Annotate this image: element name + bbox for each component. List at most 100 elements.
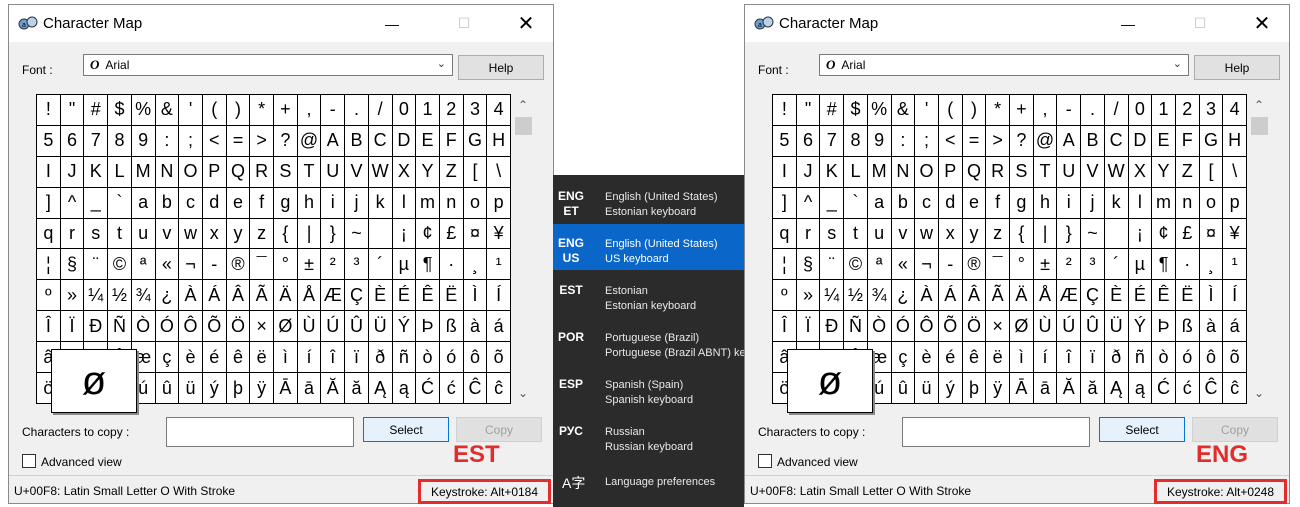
char-cell[interactable]: k — [368, 187, 393, 219]
char-cell[interactable]: º — [773, 280, 797, 312]
char-cell[interactable]: ¤ — [1199, 218, 1224, 250]
char-cell[interactable]: P — [938, 156, 963, 188]
char-cell[interactable]: j — [1081, 187, 1105, 219]
char-cell[interactable]: U — [321, 156, 346, 188]
char-cell[interactable]: « — [891, 249, 916, 281]
char-cell[interactable]: D — [1128, 125, 1153, 157]
char-cell[interactable]: Ô — [179, 311, 203, 343]
char-cell[interactable]: H — [487, 125, 511, 157]
char-cell[interactable]: r — [60, 218, 85, 250]
minimize-button[interactable]: — — [1105, 5, 1151, 42]
char-cell[interactable]: Í — [1223, 280, 1247, 312]
char-cell[interactable]: é — [202, 342, 227, 374]
char-cell[interactable]: < — [938, 125, 963, 157]
char-cell[interactable]: ¢ — [1152, 218, 1176, 250]
char-cell[interactable]: 9 — [131, 125, 156, 157]
char-cell[interactable]: Ø — [274, 311, 298, 343]
char-cell[interactable]: " — [796, 95, 821, 126]
char-cell[interactable]: Ô — [915, 311, 939, 343]
char-cell[interactable]: ` — [108, 187, 132, 219]
char-cell[interactable]: Ç — [345, 280, 369, 312]
char-cell[interactable]: W — [1104, 156, 1129, 188]
char-cell[interactable]: Ü — [368, 311, 393, 343]
char-cell[interactable]: , — [1033, 95, 1058, 126]
char-cell[interactable]: s — [820, 218, 845, 250]
char-cell[interactable]: Y — [1152, 156, 1176, 188]
char-cell[interactable]: ^ — [796, 187, 821, 219]
char-cell[interactable]: ¨ — [820, 249, 845, 281]
char-cell[interactable]: ½ — [108, 280, 132, 312]
char-cell[interactable]: ! — [37, 95, 61, 126]
char-cell[interactable]: - — [938, 249, 963, 281]
char-cell[interactable]: h — [297, 187, 322, 219]
char-cell[interactable]: · — [439, 249, 464, 281]
char-cell[interactable]: o — [1199, 187, 1224, 219]
char-cell[interactable]: Í — [487, 280, 511, 312]
char-cell[interactable]: Â — [226, 280, 251, 312]
char-cell[interactable]: Î — [773, 311, 797, 343]
char-cell[interactable]: 5 — [773, 125, 797, 157]
char-cell[interactable]: v — [155, 218, 180, 250]
char-cell[interactable]: B — [345, 125, 369, 157]
char-cell[interactable]: ć — [1175, 373, 1200, 404]
char-cell[interactable]: Ö — [962, 311, 987, 343]
char-cell[interactable]: # — [820, 95, 845, 126]
char-cell[interactable]: ½ — [844, 280, 868, 312]
char-cell[interactable]: Ĉ — [463, 373, 488, 404]
close-button[interactable]: ✕ — [1239, 5, 1285, 42]
char-cell[interactable]: ¼ — [84, 280, 109, 312]
char-cell[interactable]: o — [463, 187, 488, 219]
char-cell[interactable]: b — [155, 187, 180, 219]
char-cell[interactable]: ý — [938, 373, 963, 404]
char-cell[interactable]: k — [1104, 187, 1129, 219]
char-cell[interactable]: ê — [226, 342, 251, 374]
char-cell[interactable]: J — [60, 156, 85, 188]
char-cell[interactable]: J — [796, 156, 821, 188]
char-cell[interactable]: Õ — [202, 311, 227, 343]
char-cell[interactable]: F — [439, 125, 464, 157]
char-cell[interactable]: = — [226, 125, 251, 157]
char-cell[interactable]: S — [1010, 156, 1034, 188]
char-cell[interactable]: { — [274, 218, 298, 250]
char-cell[interactable]: n — [439, 187, 464, 219]
char-cell[interactable]: f — [986, 187, 1010, 219]
char-cell[interactable]: : — [155, 125, 180, 157]
char-cell[interactable]: ¿ — [891, 280, 916, 312]
char-cell[interactable]: Ã — [986, 280, 1010, 312]
char-cell[interactable]: = — [962, 125, 987, 157]
char-cell[interactable]: Ò — [867, 311, 892, 343]
char-cell[interactable]: S — [274, 156, 298, 188]
char-cell[interactable]: I — [37, 156, 61, 188]
char-cell[interactable]: ă — [345, 373, 369, 404]
char-cell[interactable]: ¦ — [37, 249, 61, 281]
font-dropdown[interactable]: O Arial ⌄ — [819, 54, 1189, 76]
char-cell[interactable]: ó — [439, 342, 464, 374]
char-cell[interactable]: à — [1199, 311, 1224, 343]
char-cell[interactable]: 3 — [1199, 95, 1224, 126]
char-cell[interactable]: ë — [250, 342, 274, 374]
char-cell[interactable]: y — [962, 218, 987, 250]
char-cell[interactable]: w — [179, 218, 203, 250]
char-cell[interactable]: $ — [108, 95, 132, 126]
char-cell[interactable]: . — [1081, 95, 1105, 126]
char-cell[interactable]: Û — [1081, 311, 1105, 343]
char-cell[interactable]: ¾ — [131, 280, 156, 312]
char-cell[interactable]: ) — [962, 95, 987, 126]
char-cell[interactable]: c — [179, 187, 203, 219]
char-cell[interactable]: · — [1175, 249, 1200, 281]
char-cell[interactable]: E — [416, 125, 440, 157]
char-cell[interactable]: [ — [1199, 156, 1224, 188]
char-cell[interactable]: ĉ — [487, 373, 511, 404]
char-cell[interactable]: Ü — [1104, 311, 1129, 343]
char-cell[interactable]: Z — [1175, 156, 1200, 188]
char-cell[interactable]: ¡ — [1128, 218, 1153, 250]
char-cell[interactable]: ý — [202, 373, 227, 404]
char-cell[interactable]: O — [915, 156, 939, 188]
char-cell[interactable]: ¹ — [1223, 249, 1247, 281]
char-cell[interactable]: O — [179, 156, 203, 188]
char-cell[interactable]: % — [131, 95, 156, 126]
char-cell[interactable]: Ï — [796, 311, 821, 343]
char-cell[interactable]: « — [155, 249, 180, 281]
char-cell[interactable]: > — [250, 125, 274, 157]
char-cell[interactable]: ¼ — [820, 280, 845, 312]
